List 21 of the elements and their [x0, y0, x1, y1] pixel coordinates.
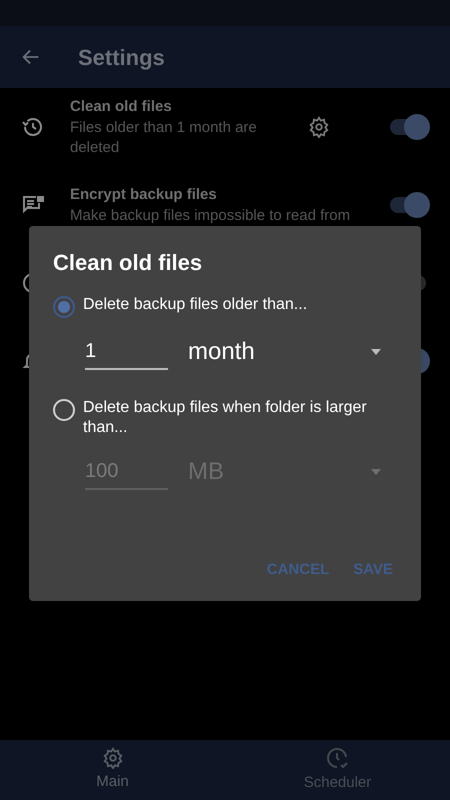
- settings-icon[interactable]: [308, 116, 330, 138]
- setting-title: Clean old files: [70, 96, 173, 117]
- screen-title: Settings: [78, 44, 165, 72]
- dropdown-caret-icon: [371, 349, 381, 355]
- setting-description: Files older than 1 month are deleted: [70, 118, 258, 158]
- radio-button[interactable]: [53, 296, 75, 318]
- nav-tab[interactable]: Scheduler: [225, 740, 450, 800]
- setting-description: Make backup files impossible to read from: [70, 206, 352, 226]
- dialog-button[interactable]: SAVE: [353, 558, 393, 581]
- dropdown-caret-icon: [371, 469, 381, 475]
- setting-title: Encrypt backup files: [70, 184, 218, 205]
- radio-label: Delete backup files when folder is larger than...: [83, 398, 368, 438]
- settings-icon[interactable]: [102, 746, 124, 769]
- dialog-title: Clean old files: [53, 249, 204, 277]
- number-field[interactable]: 1: [85, 336, 168, 370]
- clock-check-icon: [326, 746, 350, 770]
- history-icon: [21, 115, 45, 139]
- nav-tab[interactable]: Main: [0, 740, 225, 800]
- dialog-button[interactable]: CANCEL: [266, 558, 330, 581]
- unit-dropdown[interactable]: month: [188, 334, 397, 370]
- radio-label: Delete backup files older than...: [83, 295, 308, 315]
